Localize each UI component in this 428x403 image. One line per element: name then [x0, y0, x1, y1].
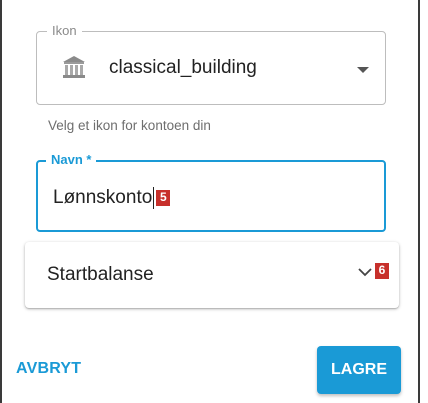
icon-select[interactable]: Ikon classical_building [36, 23, 386, 105]
name-field-input[interactable]: Lønnskonto 5 [53, 186, 171, 210]
marker-badge-6: 6 [375, 263, 389, 279]
icon-helper-text: Velg et ikon for kontoen din [48, 118, 211, 133]
dropdown-arrow-icon[interactable] [357, 67, 369, 73]
cancel-button[interactable]: AVBRYT [16, 360, 81, 378]
name-field[interactable]: Navn * Lønnskonto 5 [36, 152, 386, 232]
chevron-down-icon[interactable] [357, 264, 373, 280]
icon-select-label: Ikon [47, 23, 82, 39]
start-balance-panel[interactable]: Startbalanse 6 [25, 242, 399, 308]
marker-badge-5: 5 [156, 190, 171, 206]
classical-building-icon [63, 56, 85, 78]
name-field-value: Lønnskonto [53, 187, 153, 208]
text-cursor [153, 187, 155, 209]
start-balance-label: Startbalanse [47, 264, 154, 285]
name-field-label: Navn * [46, 152, 97, 168]
save-button[interactable]: LAGRE [317, 346, 401, 394]
icon-select-value: classical_building [109, 57, 257, 78]
